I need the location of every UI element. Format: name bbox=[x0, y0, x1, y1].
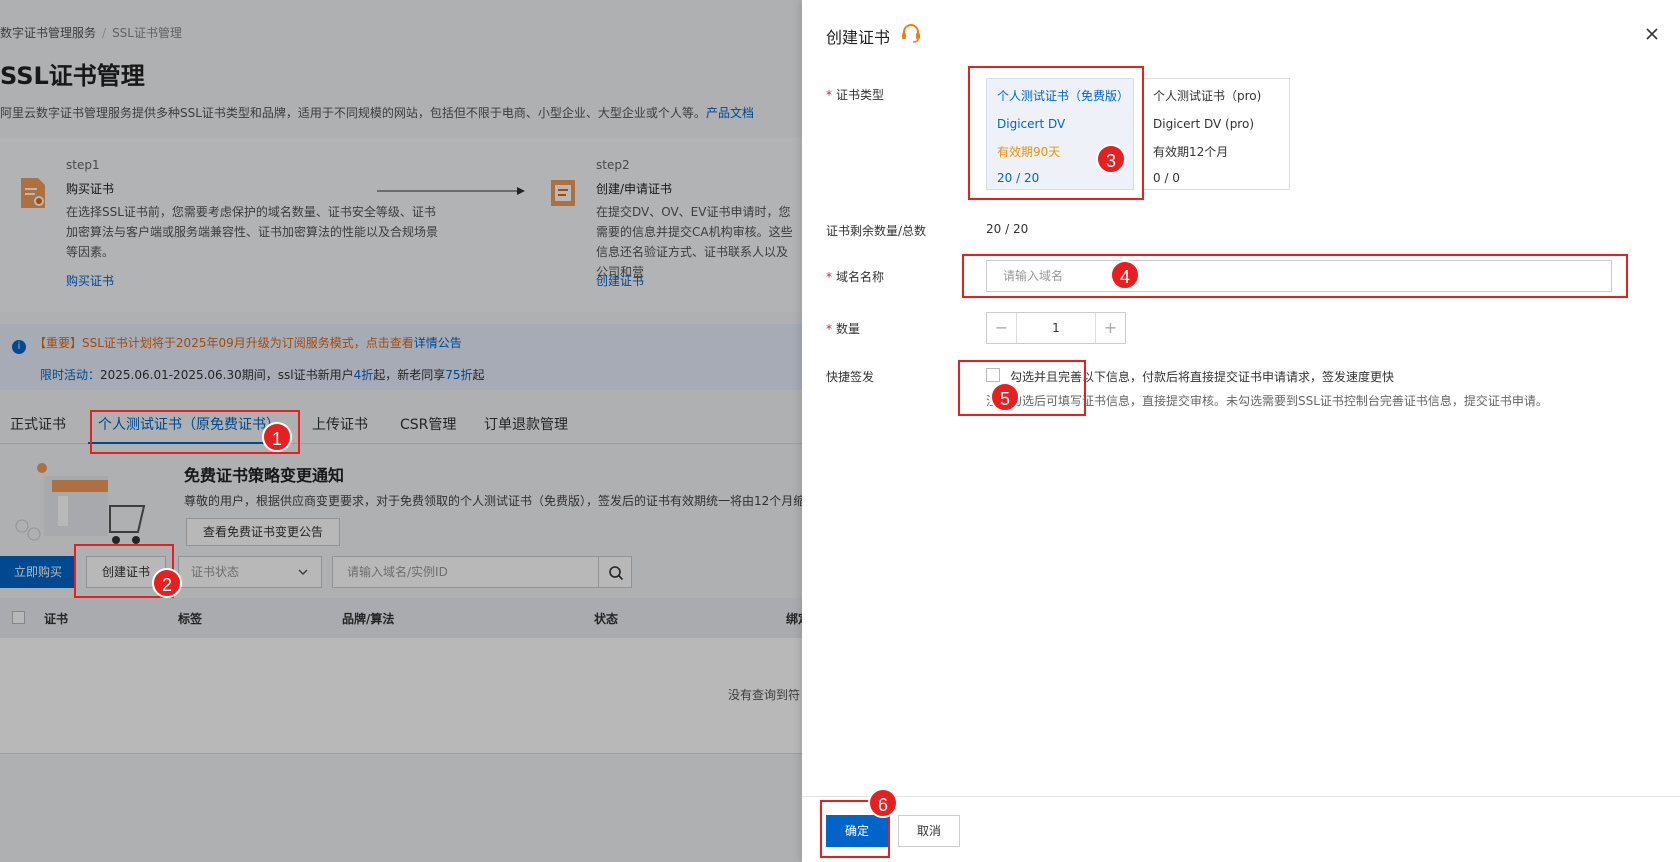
type-card-pro[interactable]: 个人测试证书（pro) Digicert DV (pro) 有效期12个月 0 … bbox=[1142, 78, 1290, 190]
step-badge-2: 2 bbox=[152, 568, 182, 598]
decrement-button[interactable]: − bbox=[987, 313, 1017, 343]
step-badge-5: 5 bbox=[990, 382, 1020, 412]
remain-value: 20 / 20 bbox=[986, 222, 1029, 236]
cert-type-label: * 证书类型 bbox=[826, 88, 885, 102]
quantity-stepper: − 1 + bbox=[986, 312, 1126, 344]
domain-label: * 域名名称 bbox=[826, 270, 885, 284]
drawer-footer: 确定 取消 bbox=[802, 796, 1680, 862]
type-card-name: 个人测试证书（pro) bbox=[1153, 89, 1262, 103]
highlight-box-3 bbox=[968, 66, 1144, 200]
increment-button[interactable]: + bbox=[1095, 313, 1125, 343]
type-card-validity: 有效期12个月 bbox=[1153, 145, 1229, 159]
quick-issue-label: 快捷签发 bbox=[826, 370, 875, 384]
type-card-count: 0 / 0 bbox=[1153, 171, 1180, 185]
quantity-label: * 数量 bbox=[826, 322, 861, 336]
drawer-title: 创建证书 bbox=[826, 28, 891, 47]
step-badge-4: 4 bbox=[1110, 260, 1140, 290]
type-card-brand: Digicert DV (pro) bbox=[1153, 117, 1255, 131]
highlight-box-4 bbox=[962, 254, 1628, 298]
step-badge-3: 3 bbox=[1096, 144, 1126, 174]
quantity-value[interactable]: 1 bbox=[1017, 313, 1095, 343]
cancel-button[interactable]: 取消 bbox=[898, 815, 960, 847]
step-badge-1: 1 bbox=[262, 422, 292, 452]
headset-icon[interactable] bbox=[900, 22, 922, 44]
close-icon[interactable] bbox=[1644, 26, 1660, 42]
step-badge-6: 6 bbox=[868, 788, 898, 818]
highlight-box-5 bbox=[958, 360, 1086, 416]
remain-label: 证书剩余数量/总数 bbox=[826, 224, 927, 238]
create-cert-drawer: 创建证书 * 证书类型 个人测试证书（免费版） Digicert DV 有效期90… bbox=[802, 0, 1680, 862]
